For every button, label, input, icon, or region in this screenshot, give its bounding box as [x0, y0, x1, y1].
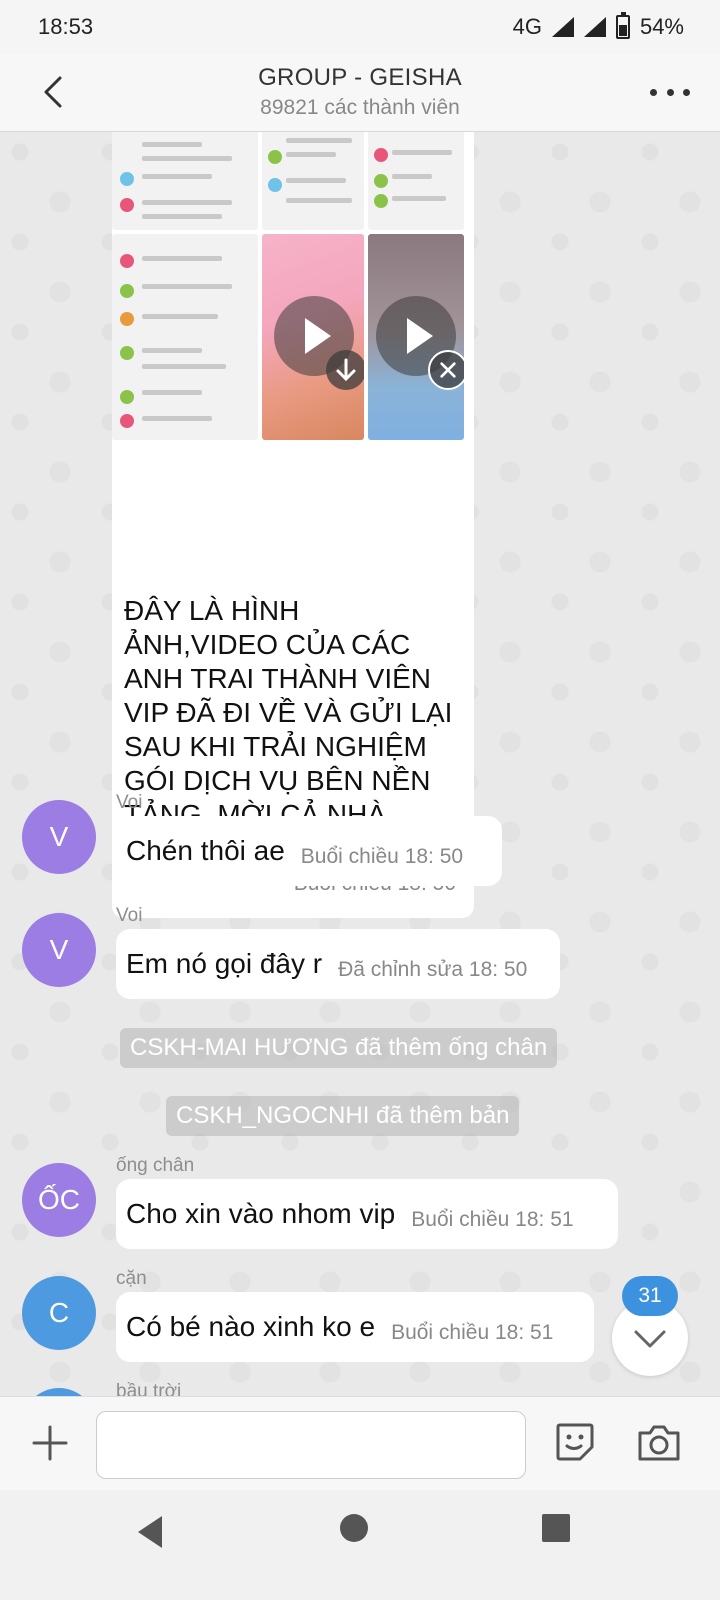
- system-message: CSKH_NGOCNHI đã thêm bản: [166, 1096, 520, 1136]
- message-time: Buổi chiều 18: 51: [411, 1208, 574, 1231]
- data-signal-icon: [551, 17, 574, 37]
- sender-name: Voi: [116, 905, 143, 926]
- cell-signal-icon: [583, 17, 606, 37]
- status-icons: 4G 54%: [512, 12, 684, 40]
- status-time: 18:53: [38, 14, 94, 39]
- battery-icon: [615, 12, 630, 39]
- message-text: Chén thôi ae: [126, 835, 285, 866]
- more-options-icon[interactable]: [650, 82, 690, 102]
- message-bubble[interactable]: Cho xin vào nhom vip Buổi chiều 18: 51: [116, 1179, 618, 1249]
- message-text: Cho xin vào nhom vip: [126, 1198, 396, 1229]
- camera-icon[interactable]: [636, 1421, 682, 1465]
- nav-back-icon[interactable]: [134, 1514, 166, 1550]
- message-bubble[interactable]: Chén thôi ae Buổi chiều 18: 50: [116, 816, 502, 886]
- chat-area[interactable]: ĐÂY LÀ HÌNH ẢNH,VIDEO CỦA CÁC ANH TRAI T…: [0, 132, 720, 1422]
- sender-name: cặn: [116, 1268, 147, 1289]
- media-thumbnail[interactable]: [112, 234, 258, 440]
- message-input[interactable]: [96, 1411, 526, 1479]
- status-bar: 18:53 4G 54%: [0, 0, 720, 54]
- avatar[interactable]: C: [22, 1276, 96, 1350]
- message-text: Có bé nào xinh ko e: [126, 1311, 376, 1342]
- download-icon[interactable]: [326, 350, 364, 390]
- sender-name: ống chân: [116, 1155, 195, 1176]
- message-time: Buổi chiều 18: 50: [300, 845, 464, 868]
- message-time: Buổi chiều 18: 51: [391, 1321, 554, 1344]
- media-thumbnail[interactable]: [112, 132, 258, 230]
- unread-count-badge[interactable]: 31: [622, 1276, 678, 1316]
- chat-header: GROUP - GEISHA 89821 các thành viên: [0, 54, 720, 132]
- group-title[interactable]: GROUP - GEISHA: [0, 64, 720, 92]
- plus-icon[interactable]: [28, 1421, 72, 1465]
- message-input-bar: [0, 1396, 720, 1490]
- media-thumbnail[interactable]: [368, 132, 464, 230]
- member-count: 89821 các thành viên: [260, 96, 460, 119]
- system-message: CSKH-MAI HƯƠNG đã thêm ống chân: [120, 1028, 558, 1068]
- sender-name: Voi: [116, 792, 143, 813]
- video-thumbnail[interactable]: [368, 234, 464, 440]
- battery-level: 54%: [639, 14, 684, 39]
- media-message[interactable]: ĐÂY LÀ HÌNH ẢNH,VIDEO CỦA CÁC ANH TRAI T…: [112, 132, 474, 918]
- avatar[interactable]: V: [22, 913, 96, 987]
- message-bubble[interactable]: Em nó gọi đây r Đã chỉnh sửa 18: 50: [116, 929, 560, 999]
- avatar[interactable]: V: [22, 800, 96, 874]
- network-type: 4G: [512, 14, 542, 39]
- message-text: Em nó gọi đây r: [126, 948, 323, 979]
- nav-recents-icon[interactable]: [542, 1514, 570, 1542]
- system-nav-bar: [0, 1490, 720, 1600]
- sticker-icon[interactable]: [552, 1419, 598, 1465]
- video-thumbnail[interactable]: [262, 234, 364, 440]
- nav-home-icon[interactable]: [340, 1514, 368, 1542]
- avatar[interactable]: ỐC: [22, 1163, 96, 1237]
- message-bubble[interactable]: Có bé nào xinh ko e Buổi chiều 18: 51: [116, 1292, 594, 1362]
- close-circle-icon[interactable]: [428, 350, 464, 390]
- message-time: Đã chỉnh sửa 18: 50: [338, 958, 528, 981]
- media-thumbnail[interactable]: [262, 132, 364, 230]
